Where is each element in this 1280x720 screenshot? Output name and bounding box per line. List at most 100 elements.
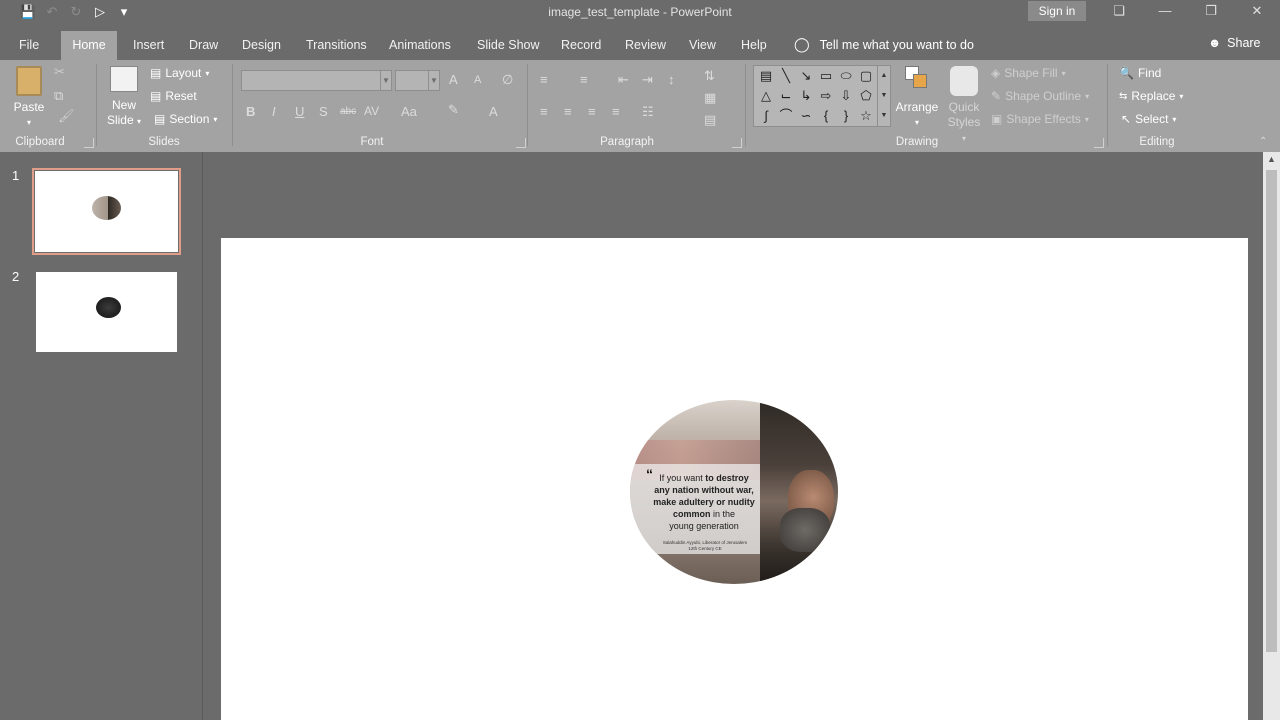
shape-outline-label: Shape Outline <box>1005 89 1082 103</box>
tab-slide-show[interactable]: Slide Show <box>477 31 540 60</box>
layout-button[interactable]: ▤ Layout ▾ <box>150 66 209 80</box>
select-button[interactable]: ↖ Select ▾ <box>1121 112 1176 126</box>
sign-in-button[interactable]: Sign in <box>1028 1 1086 21</box>
increase-indent-icon[interactable]: ⇥ <box>642 72 653 88</box>
bullets-icon[interactable]: ≡ <box>540 72 548 87</box>
new-slide-button[interactable]: New Slide ▾ <box>104 66 144 129</box>
paragraph-dialog-launcher-icon[interactable] <box>732 138 742 148</box>
replace-icon: ⇆ <box>1119 90 1128 102</box>
freeform-shape-icon[interactable]: ∫ <box>756 106 776 126</box>
italic-button[interactable]: I <box>272 104 276 119</box>
down-arrow-shape-icon[interactable]: ⇩ <box>836 86 856 106</box>
triangle-shape-icon[interactable]: △ <box>756 86 776 106</box>
align-right-icon[interactable]: ≡ <box>588 104 596 119</box>
arc-shape-icon[interactable]: ⌒ <box>776 106 796 126</box>
shape-outline-button[interactable]: ✎ Shape Outline ▾ <box>991 89 1089 103</box>
shape-fill-button[interactable]: ◈ Shape Fill ▾ <box>991 66 1066 80</box>
right-brace-shape-icon[interactable]: } <box>836 106 856 126</box>
font-name-combo[interactable]: ▼ <box>241 70 392 91</box>
numbering-icon[interactable]: ≡ <box>580 72 588 87</box>
copy-icon[interactable]: ⧉ <box>54 88 63 104</box>
find-button[interactable]: 🔍 Find <box>1119 66 1161 80</box>
clipboard-dialog-launcher-icon[interactable] <box>84 138 94 148</box>
right-arrow-shape-icon[interactable]: ⇨ <box>816 86 836 106</box>
bold-button[interactable]: B <box>246 104 255 119</box>
curve-shape-icon[interactable]: ∽ <box>796 106 816 126</box>
quick-styles-button[interactable]: Quick Styles ▾ <box>944 66 984 146</box>
tab-transitions[interactable]: Transitions <box>306 31 367 60</box>
restore-icon[interactable]: ❐ <box>1188 2 1234 22</box>
tab-file[interactable]: File <box>19 31 39 60</box>
shrink-font-icon[interactable]: A <box>474 74 481 86</box>
scrollbar-thumb[interactable] <box>1266 170 1277 652</box>
justify-icon[interactable]: ≡ <box>612 104 620 119</box>
replace-button[interactable]: ⇆ Replace ▾ <box>1119 89 1183 103</box>
text-box-shape-icon[interactable]: ▤ <box>756 66 776 86</box>
smartart-icon[interactable]: ▤ <box>704 112 716 128</box>
reset-button[interactable]: ▤ Reset <box>150 89 197 103</box>
star-shape-icon[interactable]: ☆ <box>856 106 876 126</box>
quick-styles-label-1: Quick <box>948 100 980 114</box>
underline-button[interactable]: U <box>295 104 304 119</box>
line-shape-icon[interactable]: ╲ <box>776 66 796 86</box>
character-spacing-button[interactable]: AV <box>364 104 379 118</box>
text-direction-icon[interactable]: ⇅ <box>704 68 715 84</box>
highlight-icon[interactable]: ✎ <box>448 102 459 118</box>
layout-icon: ▤ <box>150 66 162 80</box>
line-spacing-icon[interactable]: ↕ <box>668 72 675 87</box>
grow-font-icon[interactable]: A <box>449 72 458 87</box>
slide-thumbnail-1[interactable] <box>32 168 181 255</box>
tab-animations[interactable]: Animations <box>389 31 451 60</box>
columns-icon[interactable]: ☷ <box>642 104 654 120</box>
vertical-scrollbar[interactable]: ▲ <box>1263 152 1280 720</box>
section-button[interactable]: ▤ Section ▾ <box>154 112 217 126</box>
cut-icon[interactable]: ✂ <box>54 64 65 80</box>
align-center-icon[interactable]: ≡ <box>564 104 572 119</box>
select-label: Select <box>1135 112 1169 126</box>
arrange-button[interactable]: Arrange ▾ <box>894 66 940 130</box>
quote-line: in the <box>710 509 736 519</box>
tab-record[interactable]: Record <box>561 31 601 60</box>
text-shadow-button[interactable]: S <box>319 104 328 119</box>
font-dialog-launcher-icon[interactable] <box>516 138 526 148</box>
tab-help[interactable]: Help <box>741 31 767 60</box>
elbow-connector-shape-icon[interactable]: ⌙ <box>776 86 796 106</box>
share-button[interactable]: ☻ Share <box>1208 36 1261 50</box>
change-case-button[interactable]: Aa <box>401 104 417 119</box>
left-brace-shape-icon[interactable]: { <box>816 106 836 126</box>
font-size-combo[interactable]: ▼ <box>395 70 440 91</box>
share-label: Share <box>1227 36 1261 50</box>
slide-thumbnail-2[interactable] <box>36 272 177 352</box>
format-painter-icon[interactable]: 🖌 <box>58 108 75 124</box>
clear-formatting-icon[interactable]: ∅ <box>502 72 513 88</box>
align-left-icon[interactable]: ≡ <box>540 104 548 119</box>
tab-draw[interactable]: Draw <box>189 31 218 60</box>
tab-home[interactable]: Home <box>61 31 117 60</box>
tab-view[interactable]: View <box>689 31 716 60</box>
tab-review[interactable]: Review <box>625 31 666 60</box>
collapse-ribbon-icon[interactable]: ⌃ <box>1259 136 1267 147</box>
tab-insert[interactable]: Insert <box>133 31 164 60</box>
arrow-line-shape-icon[interactable]: ↘ <box>796 66 816 86</box>
shape-effects-button[interactable]: ▣ Shape Effects ▾ <box>991 112 1089 126</box>
oval-shape-icon[interactable]: ⬭ <box>836 66 856 86</box>
tell-me-search[interactable]: ◯ Tell me what you want to do <box>794 36 974 53</box>
oval-cropped-picture[interactable]: “ If you want to destroy any nation with… <box>630 400 838 584</box>
rectangle-shape-icon[interactable]: ▭ <box>816 66 836 86</box>
scroll-up-arrow-icon[interactable]: ▲ <box>1263 154 1280 168</box>
ribbon-display-options-icon[interactable]: ❏ <box>1096 2 1142 22</box>
font-color-button[interactable]: A <box>489 104 498 119</box>
elbow-arrow-shape-icon[interactable]: ↳ <box>796 86 816 106</box>
drawing-dialog-launcher-icon[interactable] <box>1094 138 1104 148</box>
paste-button[interactable]: Paste ▾ <box>12 66 46 130</box>
shapes-gallery-scroll[interactable]: ▲ ▼ ▼ <box>877 66 890 126</box>
align-text-icon[interactable]: ▦ <box>704 90 716 106</box>
close-icon[interactable]: ✕ <box>1234 2 1280 22</box>
shapes-gallery[interactable]: ▤ ╲ ↘ ▭ ⬭ ▢ △ ⌙ ↳ ⇨ ⇩ ⬠ ∫ ⌒ ∽ { } ☆ ▲ ▼ ▼ <box>753 65 891 127</box>
strikethrough-button[interactable]: abc <box>340 106 356 117</box>
rounded-rectangle-shape-icon[interactable]: ▢ <box>856 66 876 86</box>
tab-design[interactable]: Design <box>242 31 281 60</box>
minimize-icon[interactable]: — <box>1142 2 1188 22</box>
decrease-indent-icon[interactable]: ⇤ <box>618 72 629 88</box>
pentagon-shape-icon[interactable]: ⬠ <box>856 86 876 106</box>
